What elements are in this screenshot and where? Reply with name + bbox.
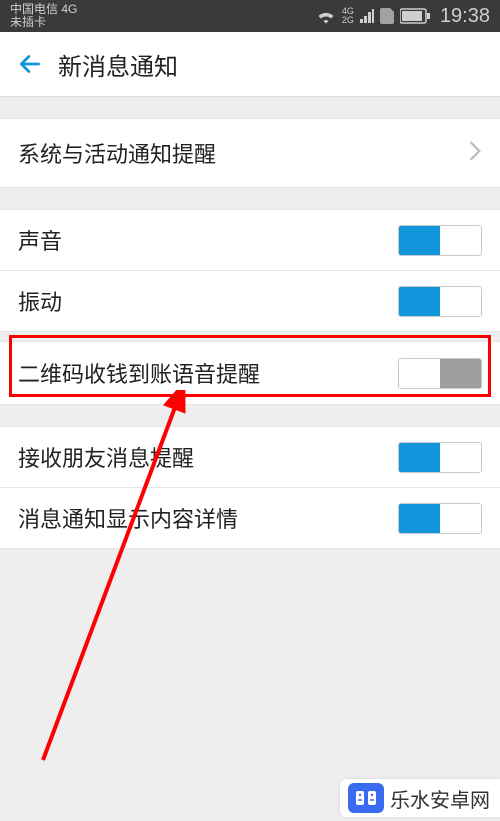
status-carrier: 中国电信 4G 未插卡 [10, 3, 77, 29]
status-bar: 中国电信 4G 未插卡 4G2G 19:38 [0, 0, 500, 32]
row-label: 消息通知显示内容详情 [18, 502, 238, 534]
status-time: 19:38 [440, 5, 490, 28]
row-label: 声音 [18, 224, 62, 256]
wifi-icon [316, 8, 336, 24]
nav-bar: 新消息通知 [0, 32, 500, 97]
row-label: 接收朋友消息提醒 [18, 441, 194, 473]
toggle-show-detail[interactable] [398, 503, 482, 534]
row-vibrate: 振动 [0, 270, 500, 332]
row-system-activity[interactable]: 系统与活动通知提醒 [0, 118, 500, 188]
net-4g: 4G2G [342, 7, 354, 25]
toggle-qr-voice[interactable] [398, 358, 482, 389]
section-gap [0, 188, 500, 210]
watermark: 乐水安卓网 [340, 779, 500, 817]
signal-icon [360, 9, 374, 23]
row-label: 二维码收钱到账语音提醒 [18, 357, 260, 389]
battery-icon [400, 8, 430, 24]
status-right: 4G2G 19:38 [316, 5, 490, 28]
watermark-logo-icon [348, 783, 384, 813]
row-friend-msg: 接收朋友消息提醒 [0, 426, 500, 488]
row-label: 系统与活动通知提醒 [18, 137, 216, 169]
toggle-sound[interactable] [398, 225, 482, 256]
toggle-friend-msg[interactable] [398, 442, 482, 473]
back-arrow-icon [17, 51, 43, 77]
back-button[interactable] [10, 51, 50, 77]
chevron-right-icon [468, 140, 482, 167]
watermark-text: 乐水安卓网 [390, 784, 490, 813]
page-title: 新消息通知 [58, 47, 178, 82]
sim-text: 未插卡 [10, 16, 77, 29]
row-show-detail: 消息通知显示内容详情 [0, 487, 500, 549]
row-qr-voice: 二维码收钱到账语音提醒 [0, 341, 500, 405]
toggle-vibrate[interactable] [398, 286, 482, 317]
section-gap [0, 97, 500, 119]
row-label: 振动 [18, 285, 62, 317]
sim-icon [380, 8, 394, 24]
section-gap [0, 405, 500, 427]
row-sound: 声音 [0, 209, 500, 271]
